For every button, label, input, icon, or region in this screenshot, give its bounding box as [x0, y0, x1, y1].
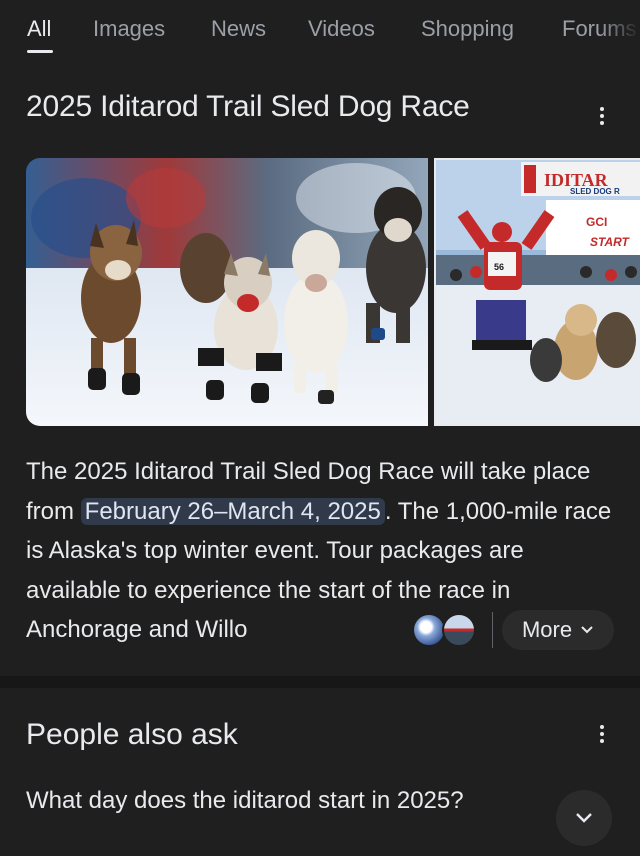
sled-dogs-image[interactable]	[26, 158, 428, 426]
chevron-down-icon	[576, 813, 592, 823]
paa-question[interactable]: What day does the iditarod start in 2025…	[26, 784, 496, 817]
bib-number: 56	[494, 262, 504, 272]
sponsor-text: GCI	[586, 215, 607, 229]
source-favicon-2-icon	[442, 613, 476, 647]
tabs-fade	[600, 0, 640, 70]
people-also-ask-title: People also ask	[26, 718, 238, 751]
expand-question-button[interactable]	[556, 790, 612, 846]
musher-start-image[interactable]: IDITAR SLED DOG R GCI START 56	[434, 158, 640, 426]
tab-videos[interactable]: Videos	[308, 16, 375, 42]
tab-all[interactable]: All	[27, 16, 51, 42]
sled-dogs-illustration	[26, 158, 428, 426]
tab-images[interactable]: Images	[93, 16, 165, 42]
banner-sub-text: SLED DOG R	[570, 187, 620, 196]
section-divider	[0, 676, 640, 688]
tab-shopping[interactable]: Shopping	[421, 16, 514, 42]
musher-start-illustration: IDITAR SLED DOG R GCI START 56	[436, 160, 640, 424]
tab-news[interactable]: News	[211, 16, 266, 42]
active-tab-indicator	[27, 50, 53, 53]
date-highlight: February 26–March 4, 2025	[80, 497, 385, 525]
source-favicons[interactable]	[412, 612, 482, 648]
paa-more-options-icon[interactable]	[590, 722, 614, 746]
chevron-down-icon	[581, 626, 593, 634]
divider	[492, 612, 493, 648]
search-tabs: All Images News Videos Shopping Forums	[0, 0, 640, 70]
more-button[interactable]: More	[502, 610, 614, 650]
more-options-icon[interactable]	[590, 104, 614, 128]
source-favicon-1-icon	[412, 613, 446, 647]
knowledge-panel-title: 2025 Iditarod Trail Sled Dog Race	[26, 90, 470, 123]
more-label: More	[521, 617, 573, 642]
start-text: START	[590, 235, 631, 249]
